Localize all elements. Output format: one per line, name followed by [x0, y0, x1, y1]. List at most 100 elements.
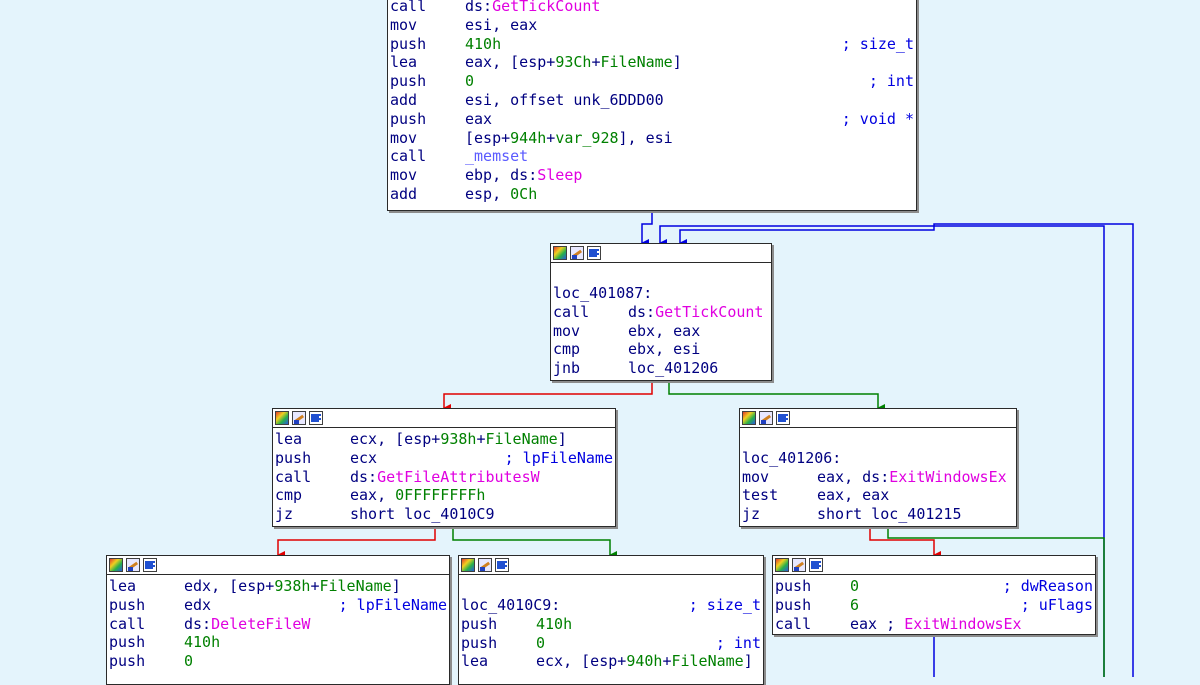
color-palette-icon[interactable]: [742, 411, 756, 425]
asm-line[interactable]: lea eax, [esp+93Ch+FileName]: [390, 53, 914, 72]
asm-line[interactable]: push edx ; lpFileName: [109, 596, 447, 615]
api-name[interactable]: GetTickCount: [492, 0, 600, 15]
rename-block-icon[interactable]: [292, 411, 306, 425]
asm-line[interactable]: mov ebx, eax: [553, 322, 769, 341]
asm-line[interactable]: push eax ; void *: [390, 110, 914, 129]
rename-block-icon[interactable]: [478, 558, 492, 572]
mnemonic: mov: [390, 166, 418, 185]
operand: eax: [465, 109, 493, 128]
code-block-loc_401087[interactable]: loc_401087: call ds:GetTickCount mov ebx, ea…: [550, 243, 772, 381]
asm-line[interactable]: add esi, offset unk_6DDD00: [390, 91, 914, 110]
asm-line[interactable]: loc_401206:: [742, 449, 1014, 468]
color-palette-icon[interactable]: [109, 558, 123, 572]
asm-line[interactable]: loc_401087:: [553, 284, 769, 303]
api-name[interactable]: ExitWindowsEx: [904, 615, 1021, 633]
asm-line[interactable]: jz short loc_401215: [742, 505, 1014, 524]
asm-line[interactable]: call ds:GetFileAttributesW: [275, 468, 613, 487]
api-name[interactable]: GetFileAttributesW: [377, 468, 540, 486]
asm-line[interactable]: lea ecx, [esp+938h+FileName]: [275, 430, 613, 449]
api-name[interactable]: DeleteFileW: [211, 615, 310, 633]
asm-line[interactable]: push ecx ; lpFileName: [275, 449, 613, 468]
color-palette-icon[interactable]: [775, 558, 789, 572]
api-name[interactable]: Sleep: [537, 166, 582, 184]
asm-line[interactable]: mov eax, ds:ExitWindowsEx: [742, 468, 1014, 487]
rename-block-icon[interactable]: [570, 246, 584, 260]
operand: esi, eax: [465, 15, 538, 34]
group-nodes-icon[interactable]: [587, 246, 601, 260]
code-label[interactable]: loc_401087:: [553, 284, 652, 302]
asm-line[interactable]: cmp eax, 0FFFFFFFFh: [275, 486, 613, 505]
asm-line[interactable]: add esp, 0Ch: [390, 185, 914, 204]
asm-line[interactable]: call eax ; ExitWindowsEx: [775, 615, 1093, 634]
operand: ds:: [350, 467, 378, 486]
asm-line[interactable]: push 0 ; dwReason: [775, 577, 1093, 596]
rename-block-icon[interactable]: [792, 558, 806, 572]
mnemonic: lea: [461, 652, 489, 671]
asm-line[interactable]: push 410h: [109, 633, 447, 652]
asm-line[interactable]: push 0 ; int: [461, 634, 761, 653]
code-label[interactable]: loc_401206:: [742, 449, 841, 467]
api-name[interactable]: ExitWindowsEx: [889, 468, 1006, 486]
asm-line[interactable]: push 6 ; uFlags: [775, 596, 1093, 615]
asm-line[interactable]: [742, 430, 1014, 449]
asm-line[interactable]: push 0 ; int: [390, 72, 914, 91]
operand-constant: 0: [465, 72, 475, 91]
asm-line[interactable]: mov [esp+944h+var_928], esi: [390, 129, 914, 148]
asm-line[interactable]: cmp ebx, esi: [553, 340, 769, 359]
asm-line[interactable]: push 410h: [461, 615, 761, 634]
operand: esp,: [465, 184, 511, 203]
code-block-loc_4010C9[interactable]: loc_4010C9: ; size_t push 410h push 0 ; int lea…: [458, 555, 764, 685]
group-nodes-icon[interactable]: [809, 558, 823, 572]
asm-line[interactable]: jz short loc_4010C9: [275, 505, 613, 524]
operand: ecx: [350, 448, 378, 467]
group-nodes-icon[interactable]: [495, 558, 509, 572]
asm-line[interactable]: jnb loc_401206: [553, 359, 769, 378]
mnemonic: push: [109, 652, 146, 671]
asm-line[interactable]: loc_4010C9: ; size_t: [461, 596, 761, 615]
group-nodes-icon[interactable]: [309, 411, 323, 425]
operand: ]: [557, 430, 567, 448]
code-block-entry[interactable]: call ds:GetTickCount mov esi, eax push 410h ; …: [387, 0, 917, 211]
code-block-deletefile[interactable]: lea edx, [esp+938h+FileName] push edx; lpFi…: [106, 555, 450, 685]
asm-line[interactable]: call ds:GetTickCount: [553, 303, 769, 322]
operand-constant: 940h: [626, 652, 663, 671]
asm-line[interactable]: call ds:GetTickCount: [390, 0, 914, 16]
asm-line[interactable]: push 410h ; size_t: [390, 35, 914, 54]
mnemonic: push: [390, 72, 427, 91]
asm-line[interactable]: push 0: [109, 652, 447, 671]
operand-constant: 0FFFFFFFFh: [395, 486, 486, 505]
asm-line[interactable]: lea ecx, [esp+940h+FileName]: [461, 652, 761, 671]
rename-block-icon[interactable]: [759, 411, 773, 425]
asm-line[interactable]: call _memset: [390, 147, 914, 166]
operand: ebx, eax: [628, 321, 701, 340]
operand-constant: 944h: [510, 128, 547, 147]
mnemonic: add: [390, 184, 418, 203]
code-label[interactable]: loc_4010C9:: [461, 596, 560, 614]
group-nodes-icon[interactable]: [776, 411, 790, 425]
api-name[interactable]: GetTickCount: [655, 303, 763, 321]
operand: eax,: [350, 486, 396, 505]
mnemonic: lea: [390, 53, 418, 72]
library-function[interactable]: _memset: [465, 147, 528, 165]
operand-constant: 0Ch: [510, 184, 538, 203]
asm-line[interactable]: mov esi, eax: [390, 16, 914, 35]
color-palette-icon[interactable]: [275, 411, 289, 425]
asm-line[interactable]: lea edx, [esp+938h+FileName]: [109, 577, 447, 596]
color-palette-icon[interactable]: [461, 558, 475, 572]
color-palette-icon[interactable]: [553, 246, 567, 260]
mnemonic: mov: [390, 15, 418, 34]
code-block-getfileattributes[interactable]: lea ecx, [esp+938h+FileName] push ecx; lpFi…: [272, 408, 616, 527]
code-block-loc_401206[interactable]: loc_401206: mov eax, ds:ExitWindowsEx test e…: [739, 408, 1017, 527]
group-nodes-icon[interactable]: [143, 558, 157, 572]
asm-line[interactable]: call ds:DeleteFileW: [109, 615, 447, 634]
asm-line[interactable]: mov ebp, ds:Sleep: [390, 166, 914, 185]
asm-comment: ; int: [715, 633, 761, 652]
asm-line[interactable]: test eax, eax: [742, 486, 1014, 505]
block-toolbar: [740, 409, 1016, 428]
rename-block-icon[interactable]: [126, 558, 140, 572]
mnemonic: mov: [390, 128, 418, 147]
operand: ebp, ds:: [465, 166, 538, 185]
mnemonic: push: [109, 633, 146, 652]
operand: short loc_4010C9: [350, 505, 495, 524]
code-block-exitwindowsex[interactable]: push 0 ; dwReason push 6 ; uFlags call eax ; Ex…: [772, 555, 1096, 635]
